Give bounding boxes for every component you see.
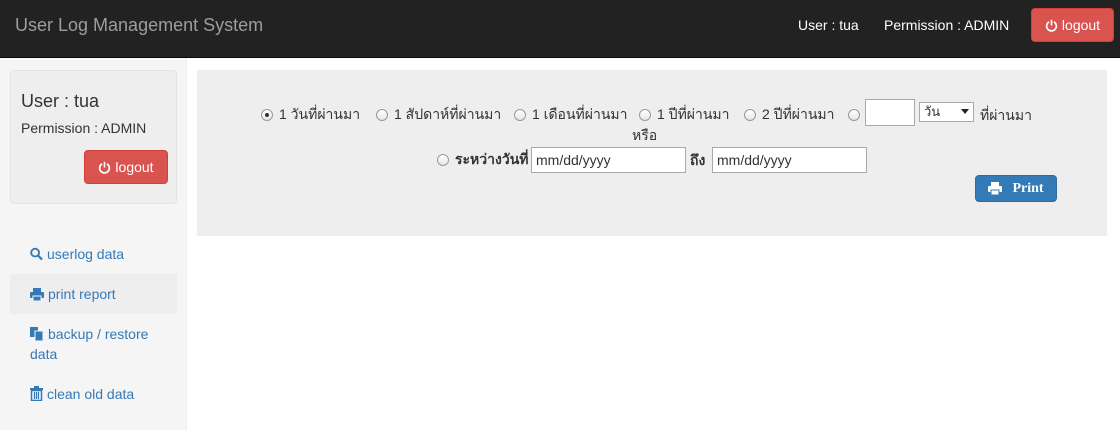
user-info-card: User : tua Permission : ADMIN logout — [10, 70, 177, 204]
sidebar-item-backup-restore[interactable]: backup / restore data — [10, 324, 177, 368]
radio-button[interactable] — [848, 109, 860, 121]
sidebar-item-clean-old-data[interactable]: clean old data — [10, 384, 177, 408]
sidebar-logout-button[interactable]: logout — [84, 150, 168, 184]
chevron-down-icon — [961, 109, 969, 114]
navbar-permission: Permission : ADMIN — [884, 17, 1010, 33]
print-button[interactable]: Print — [975, 175, 1057, 202]
radio-button[interactable] — [261, 109, 273, 121]
radio-button[interactable] — [514, 109, 526, 121]
logout-label: logout — [115, 159, 154, 175]
sidebar-item-label: clean old data — [47, 386, 135, 402]
print-label: Print — [1012, 180, 1044, 196]
end-date-input[interactable]: mm/dd/yyyy — [712, 147, 867, 173]
option-2-years[interactable]: 2 ปีที่ผ่านมา — [744, 103, 835, 127]
print-icon — [988, 182, 1003, 195]
option-date-range[interactable]: ระหว่างวันที่ — [437, 148, 529, 172]
sidebar-item-print-report[interactable]: print report — [10, 274, 177, 314]
or-label: หรือ — [632, 127, 658, 143]
copy-icon — [30, 327, 44, 342]
app-title[interactable]: User Log Management System — [15, 15, 263, 35]
sidebar-permission: Permission : ADMIN — [21, 120, 147, 136]
report-filter-panel: 1 วันที่ผ่านมา 1 สัปดาห์ที่ผ่านมา 1 เดือ… — [197, 70, 1107, 236]
option-custom[interactable] — [848, 103, 866, 127]
unit-select[interactable]: วัน — [919, 102, 974, 122]
option-1-month[interactable]: 1 เดือนที่ผ่านมา — [514, 103, 627, 127]
option-1-day[interactable]: 1 วันที่ผ่านมา — [261, 103, 360, 127]
radio-button[interactable] — [376, 109, 388, 121]
sidebar-item-label: backup / restore data — [30, 326, 149, 362]
search-icon — [30, 247, 43, 261]
sidebar: User : tua Permission : ADMIN logout use… — [0, 58, 187, 430]
option-1-week[interactable]: 1 สัปดาห์ที่ผ่านมา — [376, 103, 501, 127]
sidebar-item-label: print report — [48, 286, 116, 302]
sidebar-username: User : tua — [21, 91, 100, 111]
navbar-username: User : tua — [798, 17, 859, 33]
power-icon — [99, 161, 111, 174]
radio-button[interactable] — [437, 154, 449, 166]
option-1-year[interactable]: 1 ปีที่ผ่านมา — [639, 103, 730, 127]
custom-count-input[interactable] — [865, 99, 915, 126]
print-icon — [30, 288, 44, 302]
top-navbar: User Log Management System User : tua Pe… — [0, 0, 1120, 58]
radio-button[interactable] — [639, 109, 651, 121]
start-date-input[interactable]: mm/dd/yyyy — [531, 147, 686, 173]
navbar-logout-button[interactable]: logout — [1031, 8, 1114, 42]
radio-button[interactable] — [744, 109, 756, 121]
power-icon — [1045, 19, 1058, 32]
logout-label: logout — [1061, 17, 1101, 33]
to-label: ถึง — [690, 152, 706, 168]
past-label: ที่ผ่านมา — [980, 107, 1032, 123]
trash-icon — [30, 386, 43, 402]
sidebar-item-label: userlog data — [47, 246, 125, 262]
